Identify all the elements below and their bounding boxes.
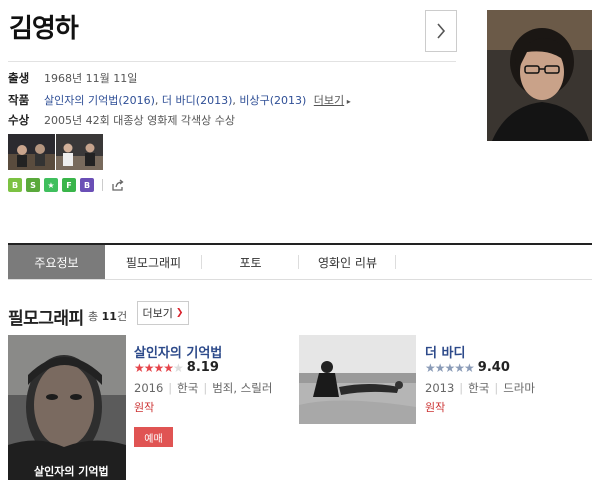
tab-label: 포토	[239, 255, 262, 270]
movie-meta: 2013 | 한국 | 드라마	[425, 381, 535, 395]
movie-rating: ★★★★★ 9.40	[425, 360, 510, 375]
movie-role: 원작	[134, 401, 155, 414]
tab-bar: 주요정보 필모그래피 포토 영화인 리뷰	[8, 245, 592, 280]
movie-still[interactable]	[299, 335, 416, 424]
award-value: 2005년 42회 대종상 영화제 각색상 수상	[44, 114, 236, 127]
booking-button[interactable]: 예매	[134, 427, 173, 447]
event-photo-image	[8, 134, 55, 170]
movie-meta: 2016 | 한국 | 범죄, 스릴러	[134, 381, 273, 395]
poster-image	[8, 335, 126, 480]
rating-score: 8.19	[186, 360, 219, 375]
tab-main-info[interactable]: 주요정보	[8, 245, 105, 279]
band-share-icon[interactable]: B	[8, 178, 22, 192]
chevron-right-icon	[437, 23, 446, 39]
blog-share-icon[interactable]: B	[80, 178, 94, 192]
share-bar: B S ★ F B	[8, 178, 125, 192]
profile-photo[interactable]	[487, 10, 592, 141]
chevron-right-icon: ❯	[175, 308, 184, 318]
caret-right-icon: ▸	[344, 97, 351, 106]
works-row: 작품 살인자의 기억법(2016), 더 바디(2013), 비상구(2013) …	[8, 92, 351, 108]
photo-thumbnail[interactable]	[56, 134, 103, 170]
tab-label: 주요정보	[34, 255, 79, 270]
person-name: 김영하	[9, 14, 79, 44]
movie-title[interactable]: 살인자의 기억법	[134, 342, 222, 361]
tab-label: 필모그래피	[125, 255, 182, 270]
divider	[8, 61, 456, 62]
movie-role: 원작	[425, 401, 446, 414]
works-separator: ,	[154, 94, 162, 107]
award-row: 수상 2005년 42회 대종상 영화제 각색상 수상	[8, 112, 235, 128]
rating-stars: ★★★★★	[425, 360, 475, 375]
section-title: 필모그래피	[8, 309, 84, 329]
still-image	[299, 335, 416, 424]
movie-rating: ★★★★★ 8.19	[134, 360, 219, 375]
award-label: 수상	[8, 113, 30, 127]
kakaostory-share-icon[interactable]: S	[26, 178, 40, 192]
tab-photo[interactable]: 포토	[202, 245, 299, 279]
tab-label: 영화인 리뷰	[317, 255, 377, 270]
filmography-count: 총 11건	[88, 310, 128, 323]
more-label: 더보기	[142, 307, 173, 320]
rating-score: 9.40	[477, 360, 510, 375]
photo-thumbnail[interactable]	[8, 134, 55, 170]
works-label: 작품	[8, 93, 30, 107]
works-more-link[interactable]: 더보기	[314, 94, 344, 107]
work-link[interactable]: 비상구(2013)	[239, 94, 306, 107]
divider	[102, 179, 103, 191]
birth-value: 1968년 11월 11일	[44, 72, 138, 85]
work-link[interactable]: 살인자의 기억법(2016)	[44, 94, 155, 107]
movie-title[interactable]: 더 바디	[425, 342, 465, 361]
movie-poster[interactable]: 살인자의 기억법	[8, 335, 126, 480]
tab-reviews[interactable]: 영화인 리뷰	[299, 245, 396, 279]
filmography-more-button[interactable]: 더보기 ❯	[137, 301, 189, 325]
share-icon[interactable]	[111, 178, 125, 192]
birth-row: 출생 1968년 11월 11일	[8, 70, 137, 86]
birth-label: 출생	[8, 71, 30, 85]
rating-stars: ★★★★★	[134, 360, 184, 375]
twitter-share-icon[interactable]: ★	[44, 178, 58, 192]
event-photo-image	[56, 134, 103, 170]
tab-filmography[interactable]: 필모그래피	[105, 245, 202, 279]
facebook-share-icon[interactable]: F	[62, 178, 76, 192]
work-link[interactable]: 더 바디(2013)	[162, 94, 232, 107]
next-person-button[interactable]	[425, 10, 457, 52]
poster-title-text: 살인자의 기억법	[34, 465, 109, 478]
person-portrait-image	[487, 10, 592, 141]
